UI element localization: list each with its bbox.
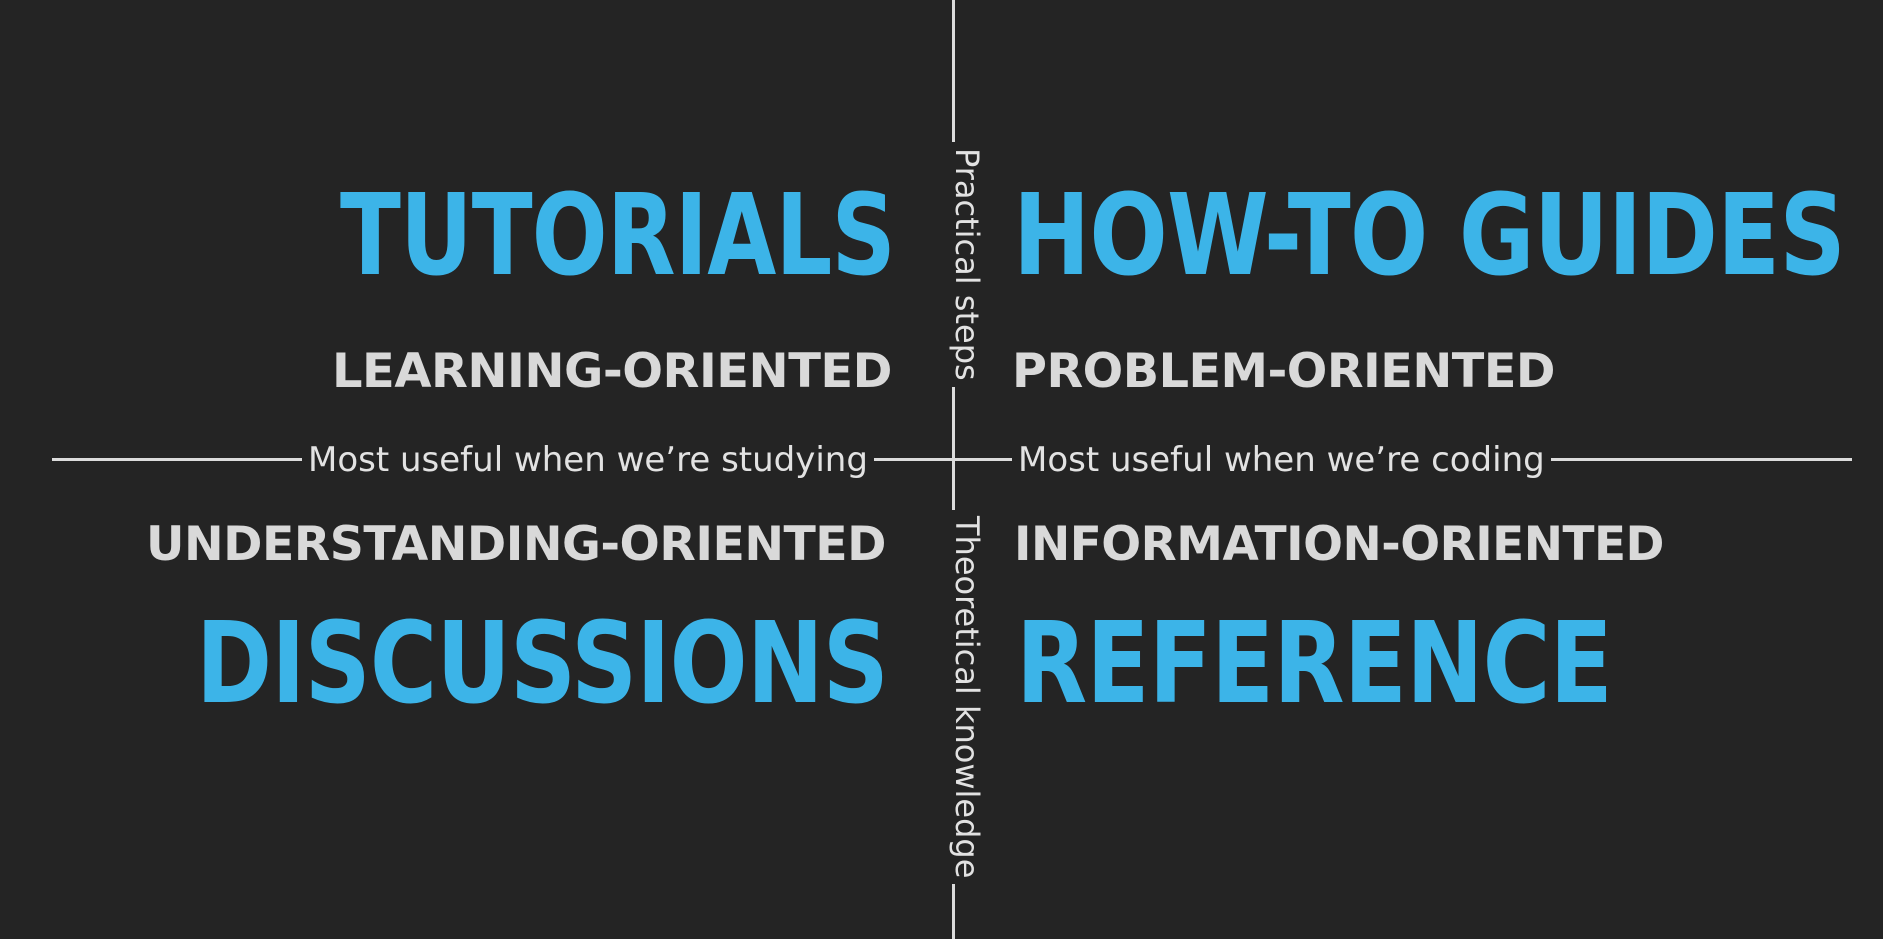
quadrant-title-discussions: DISCUSSIONS	[196, 599, 889, 729]
quadrant-title-tutorials: TUTORIALS	[340, 171, 896, 301]
horizontal-axis-right-label: Most useful when we’re coding	[1012, 443, 1551, 477]
quadrant-title-how-to-guides: HOW-TO GUIDES	[1013, 171, 1846, 301]
quadrant-subtitle-problem: PROBLEM-ORIENTED	[1012, 344, 1556, 399]
quadrant-subtitle-information: INFORMATION-ORIENTED	[1014, 517, 1664, 572]
quadrant-subtitle-learning: LEARNING-ORIENTED	[332, 344, 893, 399]
vertical-axis-top-label: Practical steps	[948, 142, 986, 387]
quadrant-subtitle-understanding: UNDERSTANDING-ORIENTED	[146, 517, 887, 572]
quadrant-diagram: Practical steps Theoretical knowledge Mo…	[0, 0, 1883, 939]
quadrant-title-reference: REFERENCE	[1016, 599, 1613, 729]
vertical-axis-bottom-label: Theoretical knowledge	[948, 510, 986, 885]
horizontal-axis-left-label: Most useful when we’re studying	[302, 443, 874, 477]
